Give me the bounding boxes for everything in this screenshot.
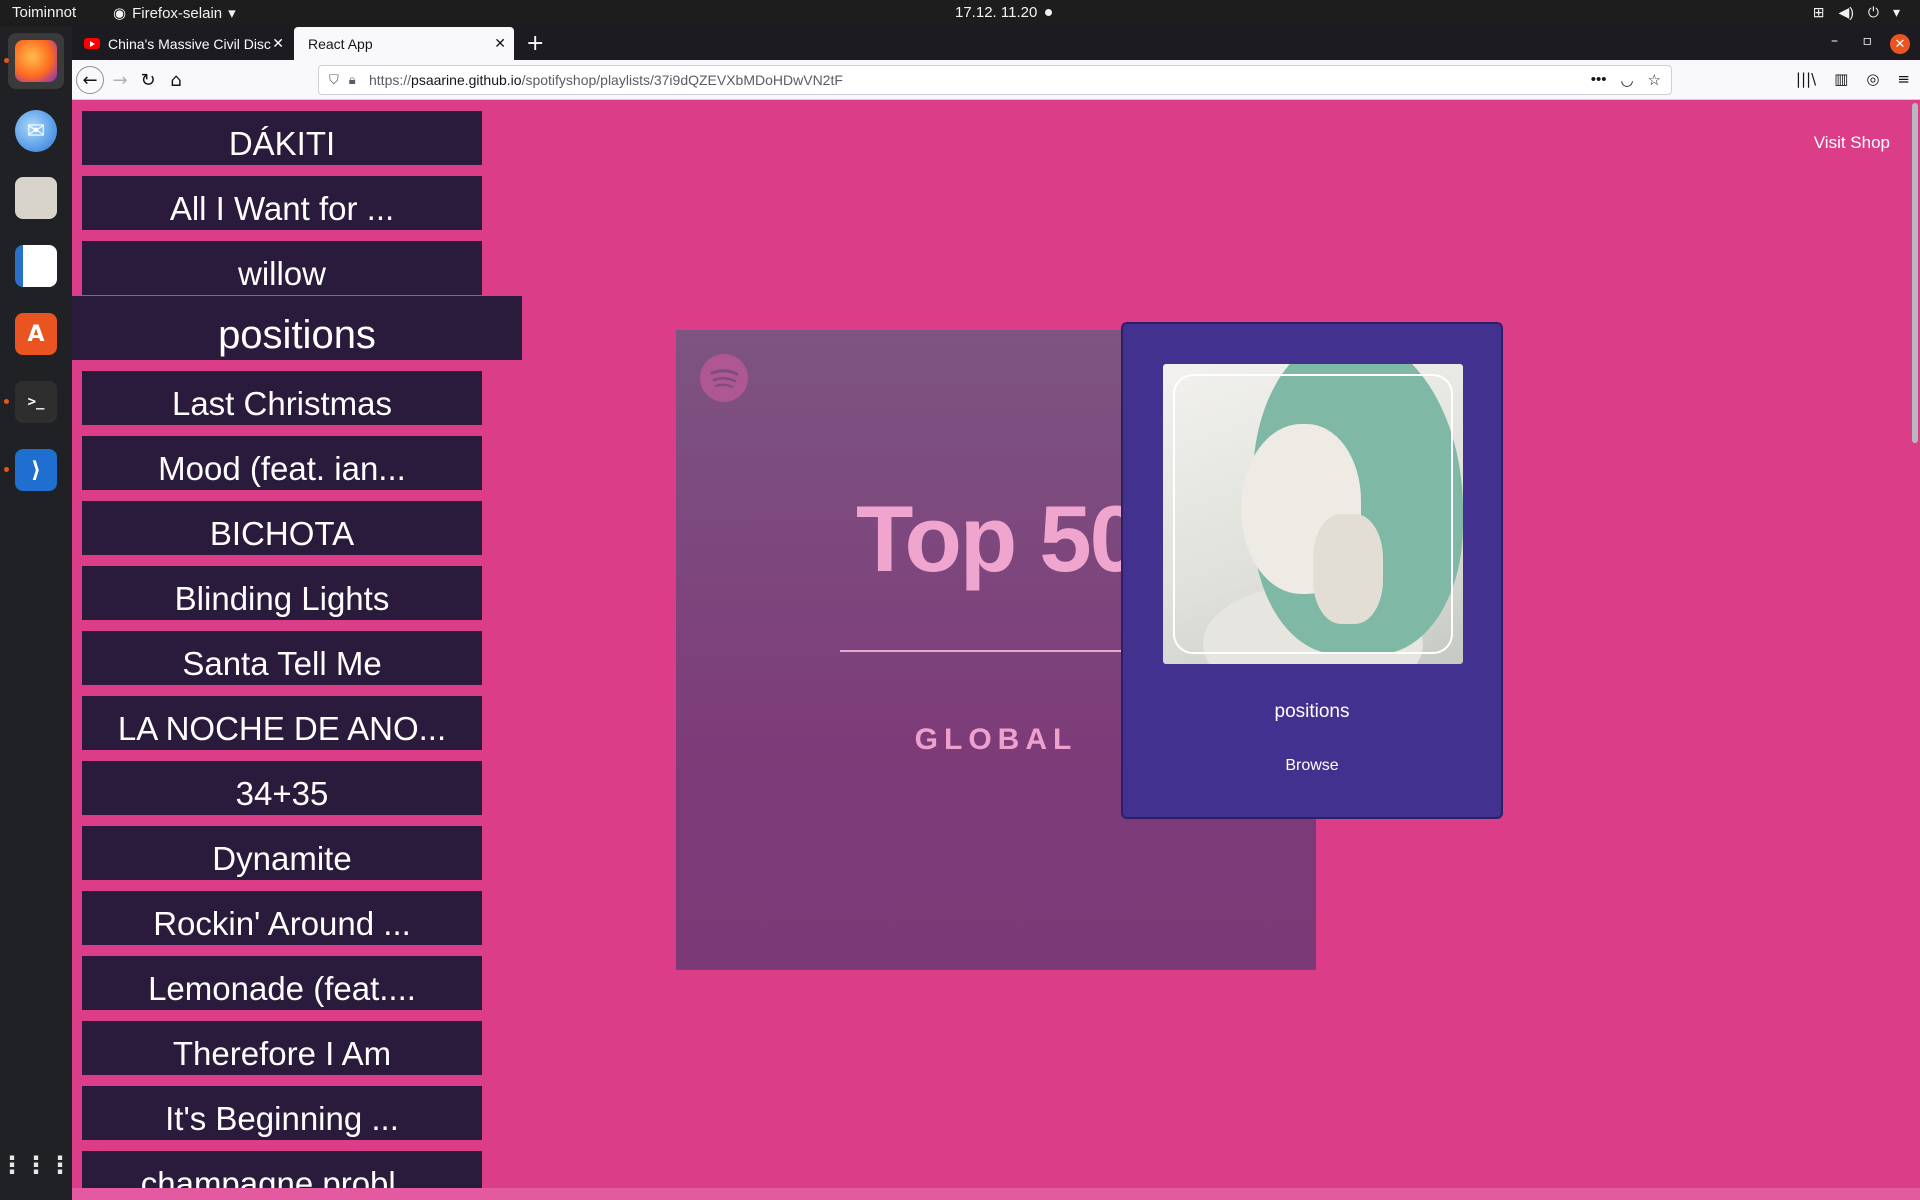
- track-item[interactable]: 34+35: [82, 761, 482, 815]
- app-store-icon: A: [15, 313, 57, 355]
- album-art-frame: [1173, 374, 1453, 654]
- track-item[interactable]: Lemonade (feat....: [82, 956, 482, 1010]
- app-menu[interactable]: ◉ Firefox-selain ▾: [113, 4, 236, 23]
- url-prefix: https://: [369, 72, 412, 88]
- bookmark-star-icon[interactable]: ☆: [1648, 71, 1661, 89]
- tab-react-app[interactable]: React App ✕: [294, 27, 514, 60]
- chevron-down-icon: ▾: [1892, 4, 1900, 20]
- volume-icon: ◀): [1838, 4, 1854, 20]
- hamburger-menu-icon[interactable]: ≡: [1897, 70, 1910, 88]
- track-item[interactable]: Santa Tell Me: [82, 631, 482, 685]
- chevron-down-icon: ▾: [228, 5, 236, 22]
- track-item[interactable]: Last Christmas: [82, 371, 482, 425]
- folder-icon: [15, 177, 57, 219]
- track-detail-card: positions Browse: [1121, 322, 1503, 819]
- url-host: psaarine.github.io: [411, 72, 522, 88]
- track-item[interactable]: It's Beginning ...: [82, 1086, 482, 1140]
- app-menu-label: Firefox-selain: [132, 4, 223, 22]
- close-tab-icon[interactable]: ✕: [494, 35, 506, 52]
- spotify-logo-icon: [700, 354, 748, 402]
- track-item[interactable]: BICHOTA: [82, 501, 482, 555]
- tracking-shield-icon[interactable]: ⛉: [329, 72, 339, 88]
- card-title: positions: [1274, 701, 1350, 722]
- vertical-scrollbar[interactable]: [1910, 100, 1920, 1188]
- scrollbar-thumb[interactable]: [1912, 103, 1918, 443]
- clock[interactable]: 17.12. 11.20: [955, 4, 1053, 21]
- dock-software[interactable]: A: [8, 306, 64, 362]
- tab-strip: China's Massive Civil Disc ✕ React App ✕…: [72, 27, 1920, 60]
- home-button[interactable]: ⌂: [162, 66, 190, 94]
- system-tray[interactable]: ⊞ ◀) ⏻ ▾: [1813, 4, 1900, 21]
- track-item[interactable]: All I Want for ...: [82, 176, 482, 230]
- clock-text: 17.12. 11.20: [955, 4, 1038, 21]
- restore-icon[interactable]: ▫: [1863, 33, 1873, 49]
- track-item[interactable]: Rockin' Around ...: [82, 891, 482, 945]
- horizontal-scrollbar[interactable]: [72, 1188, 1920, 1200]
- network-icon: ⊞: [1812, 4, 1825, 20]
- running-indicator: [4, 467, 9, 472]
- pocket-icon[interactable]: ◡: [1620, 71, 1633, 89]
- reload-button[interactable]: ↻: [134, 66, 162, 94]
- tab-title: React App: [308, 35, 373, 52]
- firefox-small-icon: ◉: [113, 5, 127, 22]
- dock: ✉ A >_ ⟩ ⋮⋮⋮: [0, 27, 72, 1200]
- back-button[interactable]: ←: [76, 66, 104, 94]
- cover-headline: Top 50: [856, 486, 1142, 591]
- track-item[interactable]: Blinding Lights: [82, 566, 482, 620]
- firefox-icon: [15, 40, 57, 82]
- tab-title: China's Massive Civil Disc: [108, 35, 271, 52]
- show-apps-button[interactable]: ⋮⋮⋮: [0, 1137, 72, 1193]
- power-icon: ⏻: [1867, 4, 1879, 20]
- library-icon[interactable]: |||\: [1796, 70, 1816, 88]
- track-item[interactable]: DÁKITI: [82, 111, 482, 165]
- account-icon[interactable]: ◎: [1866, 70, 1879, 88]
- youtube-icon: [84, 38, 100, 49]
- dock-thunderbird[interactable]: ✉: [8, 103, 64, 159]
- running-indicator: [4, 58, 9, 63]
- notification-dot-icon: [1045, 9, 1053, 16]
- navigation-bar: ← → ↻ ⌂ ⛉ 🔒︎ https://psaarine.github.io /…: [72, 60, 1920, 100]
- url-path: /spotifyshop/playlists/37i9dQZEVXbMDoHDw…: [521, 72, 843, 88]
- activities-button[interactable]: Toiminnot: [12, 4, 76, 21]
- running-indicator: [4, 399, 9, 404]
- album-art: [1163, 364, 1463, 664]
- page-actions-icon[interactable]: •••: [1591, 71, 1607, 89]
- sidebar-icon[interactable]: ▥: [1834, 70, 1848, 88]
- dock-files[interactable]: [8, 170, 64, 226]
- dock-writer[interactable]: [8, 238, 64, 294]
- close-tab-icon[interactable]: ✕: [272, 35, 284, 52]
- terminal-icon: >_: [15, 381, 57, 423]
- minimize-icon[interactable]: –: [1831, 33, 1838, 49]
- dock-firefox[interactable]: [4, 33, 64, 89]
- show-apps-icon: ⋮⋮⋮: [0, 1151, 72, 1179]
- web-page: DÁKITI All I Want for ... willow positions L…: [72, 100, 1910, 1188]
- track-item[interactable]: willow: [82, 241, 482, 295]
- track-item[interactable]: LA NOCHE DE ANO...: [82, 696, 482, 750]
- mail-icon: ✉: [15, 110, 57, 152]
- tab-youtube[interactable]: China's Massive Civil Disc ✕: [72, 27, 292, 60]
- cover-divider: [840, 650, 1160, 652]
- new-tab-button[interactable]: +: [526, 31, 544, 56]
- track-item[interactable]: Therefore I Am: [82, 1021, 482, 1075]
- dock-vscode[interactable]: ⟩: [4, 442, 64, 498]
- system-top-bar: Toiminnot ◉ Firefox-selain ▾ 17.12. 11.2…: [0, 0, 1920, 27]
- dock-terminal[interactable]: >_: [4, 374, 64, 430]
- visit-shop-link[interactable]: Visit Shop: [1814, 133, 1890, 153]
- close-window-icon[interactable]: ✕: [1890, 34, 1910, 54]
- lock-icon[interactable]: 🔒︎: [349, 72, 356, 88]
- document-icon: [15, 245, 57, 287]
- track-item[interactable]: Mood (feat. ian...: [82, 436, 482, 490]
- track-item[interactable]: positions: [72, 296, 522, 360]
- track-item[interactable]: Dynamite: [82, 826, 482, 880]
- url-bar[interactable]: ⛉ 🔒︎ https://psaarine.github.io/spotifys…: [318, 65, 1672, 95]
- browse-button[interactable]: Browse: [1123, 757, 1501, 775]
- forward-button[interactable]: →: [106, 66, 134, 94]
- vscode-icon: ⟩: [15, 449, 57, 491]
- track-item[interactable]: champagne probl...: [82, 1151, 482, 1188]
